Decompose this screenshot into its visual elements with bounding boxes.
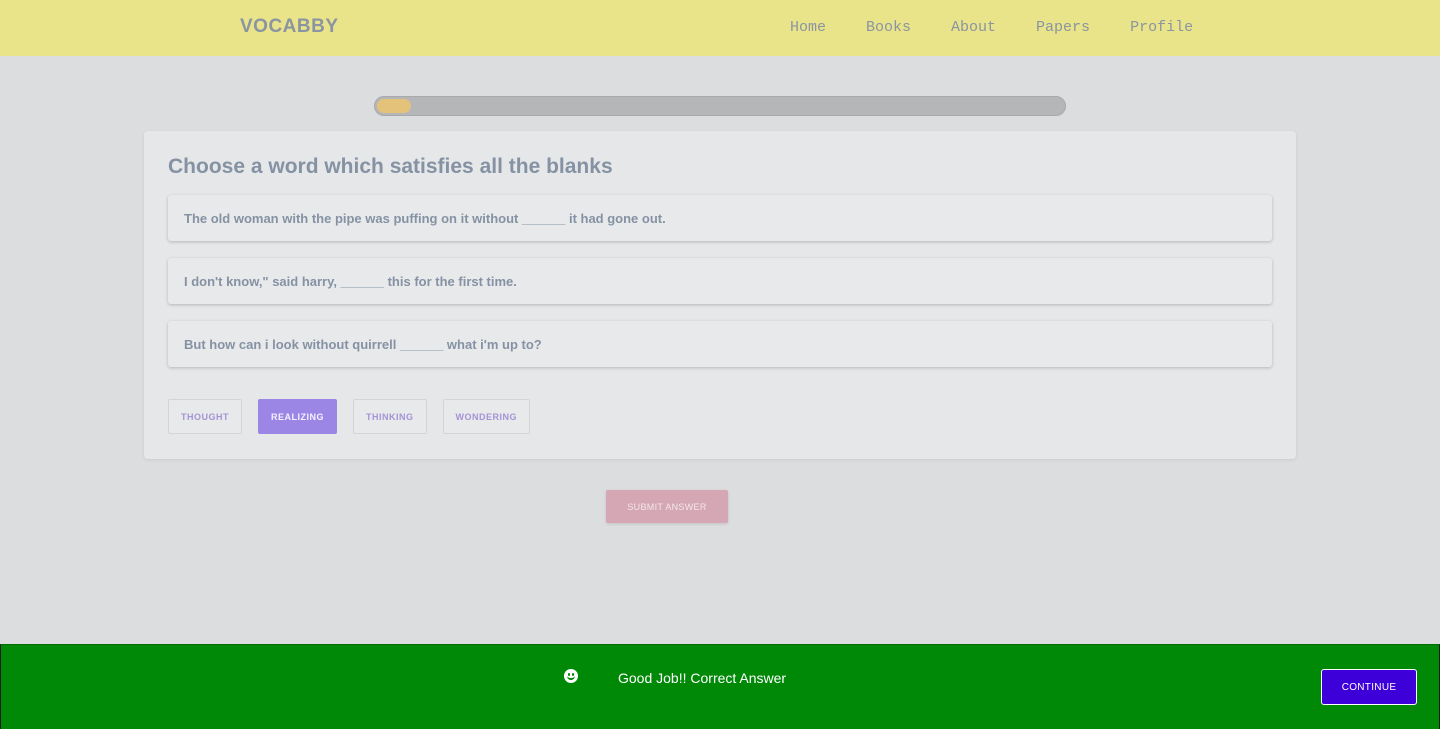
answer-options: THOUGHT REALIZING THINKING WONDERING	[168, 399, 530, 434]
brand-logo[interactable]: VOCABBY	[240, 16, 339, 38]
sentence-2: I don't know," said harry, ______ this f…	[168, 258, 1272, 304]
continue-button[interactable]: CONTINUE	[1321, 669, 1417, 705]
question-title: Choose a word which satisfies all the bl…	[168, 155, 613, 178]
option-thinking[interactable]: THINKING	[353, 399, 427, 434]
sentence-1: The old woman with the pipe was puffing …	[168, 195, 1272, 241]
submit-answer-button[interactable]: SUBMIT ANSWER	[606, 490, 728, 523]
nav-books[interactable]: Books	[866, 19, 911, 36]
nav-about[interactable]: About	[951, 19, 996, 36]
nav-home[interactable]: Home	[790, 19, 826, 36]
nav-papers[interactable]: Papers	[1036, 19, 1090, 36]
question-card: Choose a word which satisfies all the bl…	[144, 131, 1296, 459]
progress-bar	[374, 96, 1066, 116]
option-thought[interactable]: THOUGHT	[168, 399, 242, 434]
navbar: VOCABBY Home Books About Papers Profile	[0, 0, 1440, 56]
feedback-message: Good Job!! Correct Answer	[618, 670, 787, 686]
progress-fill	[377, 99, 411, 113]
nav-profile[interactable]: Profile	[1130, 19, 1193, 36]
sentence-3: But how can i look without quirrell ____…	[168, 321, 1272, 367]
nav-links: Home Books About Papers Profile	[790, 19, 1193, 36]
feedback-banner: Good Job!! Correct Answer CONTINUE	[0, 644, 1440, 729]
smile-icon	[564, 669, 578, 683]
option-wondering[interactable]: WONDERING	[442, 399, 530, 434]
option-realizing[interactable]: REALIZING	[258, 399, 337, 434]
